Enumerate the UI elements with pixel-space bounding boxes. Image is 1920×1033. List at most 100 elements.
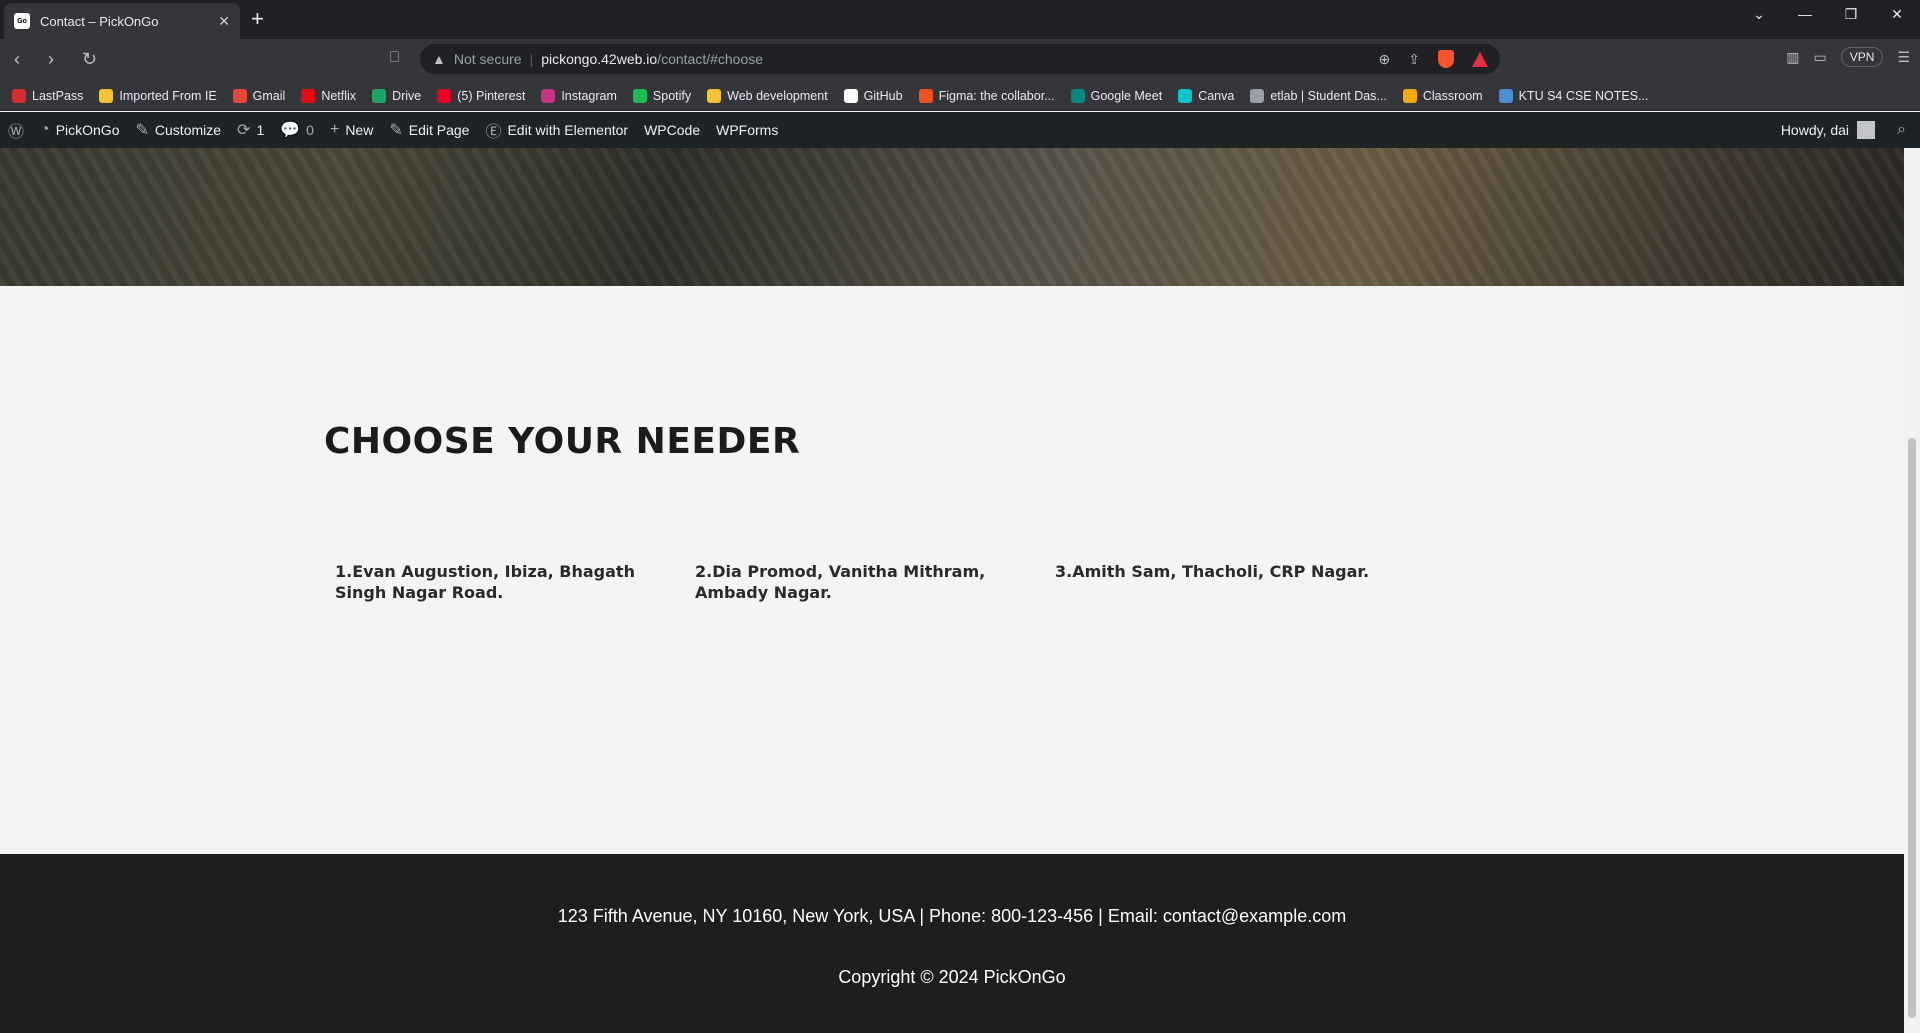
bookmark-item[interactable]: Canva [1178,88,1235,103]
wp-comments[interactable]: 💬 0 [272,112,322,148]
bookmark-favicon-icon [918,88,933,103]
tab-strip: Go Contact – PickOnGo ✕ + ⌄ — ❐ ✕ [0,0,1920,39]
comment-icon: 💬 [280,122,301,139]
bookmark-favicon-icon [301,88,316,103]
bookmark-favicon-icon [99,88,114,103]
bookmark-label: Classroom [1422,88,1483,103]
bookmark-item[interactable]: GitHub [843,88,903,103]
search-icon[interactable]: ⌕ [1897,121,1906,139]
minimize-icon[interactable]: — [1782,0,1828,30]
elementor-icon: Ⓔ [485,124,502,141]
bookmark-favicon-icon [437,88,452,103]
bookmark-favicon-icon [1070,88,1085,103]
address-separator: | [529,51,534,67]
brave-rewards-icon[interactable] [1472,51,1488,67]
bookmark-item[interactable]: KTU S4 CSE NOTES... [1498,88,1648,103]
bookmark-favicon-icon [843,88,858,103]
wp-wpforms[interactable]: WPForms [708,112,786,148]
wp-admin-bar: Ⓦ ◔ PickOnGo ✎ Customize ⟳ 1 💬 0 + New ✎ Edit … [0,112,1920,148]
needers-list: 1.Evan Augustion, Ibiza, Bhagath Singh N… [335,561,1415,603]
bookmark-item[interactable]: LastPass [12,88,84,103]
bookmark-favicon-icon [632,88,647,103]
bookmark-label: Drive [392,88,422,103]
back-icon[interactable]: ‹ [14,49,20,70]
bookmark-item[interactable]: etlab | Student Das... [1250,88,1387,103]
footer-contact: 123 Fifth Avenue, NY 10160, New York, US… [557,906,1347,926]
avatar[interactable] [1857,121,1876,139]
scrollbar[interactable] [1904,148,1920,1033]
tab-search-icon[interactable]: ⌄ [1736,0,1782,30]
wallet-icon[interactable]: ▭ [1814,49,1827,66]
footer-copyright: Copyright © 2024 PickOnGo [838,967,1066,987]
bookmark-label: Imported From IE [119,88,217,103]
bookmark-favicon-icon [1250,88,1265,103]
section-heading: CHOOSE YOUR NEEDER [324,421,801,462]
bookmark-label: Canva [1198,88,1235,103]
close-window-icon[interactable]: ✕ [1874,0,1920,30]
bookmark-item[interactable]: (5) Pinterest [437,88,526,103]
hero-image [0,148,1904,286]
bookmark-label: (5) Pinterest [457,88,526,103]
bookmark-label: Spotify [652,88,692,103]
bookmark-favicon-icon [232,88,247,103]
url-path[interactable]: /contact/#choose [657,51,763,67]
reload-icon[interactable]: ↻ [82,49,97,70]
toolbar-right: ▥ ▭ VPN ☰ [1786,47,1910,67]
bookmark-favicon-icon [1178,88,1193,103]
bookmarks-bar: LastPass Imported From IE Gmail Netflix Driv… [0,81,1920,111]
wordpress-logo-icon[interactable]: Ⓦ [0,112,32,148]
bookmark-favicon-icon [1498,88,1513,103]
bookmark-label: Gmail [252,88,286,103]
new-tab-button[interactable]: + [251,6,264,32]
brave-shield-icon[interactable] [1438,50,1454,68]
warning-icon[interactable]: ▲ [432,51,446,67]
bookmark-item[interactable]: Instagram [541,88,617,103]
wp-new[interactable]: + New [322,112,381,148]
wp-edit-page[interactable]: ✎ Edit Page [381,112,477,148]
address-bar[interactable]: ▲ Not secure | pickongo.42web.io /contac… [420,44,1500,74]
wp-site-name[interactable]: ◔ PickOnGo [32,112,127,148]
close-tab-icon[interactable]: ✕ [218,13,230,30]
bookmark-favicon-icon [707,88,722,103]
security-label[interactable]: Not secure [454,51,522,67]
scrollbar-thumb[interactable] [1908,438,1916,1018]
bookmark-icon[interactable]: ⎕ [390,49,399,66]
bookmark-label: Netflix [321,88,357,103]
updates-icon: ⟳ [237,122,251,139]
wp-edit-elementor[interactable]: Ⓔ Edit with Elementor [477,112,636,148]
bookmark-item[interactable]: Drive [372,88,422,103]
bookmark-item[interactable]: Figma: the collabor... [918,88,1055,103]
bookmark-favicon-icon [541,88,556,103]
bookmark-item[interactable]: Imported From IE [99,88,217,103]
bookmark-favicon-icon [1402,88,1417,103]
share-icon[interactable]: ⇪ [1408,51,1420,68]
forward-icon[interactable]: › [48,49,54,70]
window-controls: ⌄ — ❐ ✕ [1736,0,1920,30]
bookmark-item[interactable]: Gmail [232,88,286,103]
bookmark-item[interactable]: Spotify [632,88,692,103]
wp-updates[interactable]: ⟳ 1 [229,112,272,148]
browser-tab[interactable]: Go Contact – PickOnGo ✕ [4,3,240,39]
wp-wpcode[interactable]: WPCode [636,112,708,148]
plus-icon: + [329,121,340,138]
menu-icon[interactable]: ☰ [1897,49,1910,66]
brush-icon: ✎ [135,122,149,139]
footer: 123 Fifth Avenue, NY 10160, New York, US… [0,854,1904,1033]
restore-icon[interactable]: ❐ [1828,0,1874,30]
url-host[interactable]: pickongo.42web.io [541,51,657,67]
needer-item: 2.Dia Promod, Vanitha Mithram, Ambady Na… [695,562,986,602]
bookmark-label: GitHub [863,88,903,103]
bookmark-item[interactable]: Netflix [301,88,357,103]
bookmark-item[interactable]: Google Meet [1070,88,1162,103]
bookmark-item[interactable]: Classroom [1402,88,1483,103]
bookmark-label: Web development [727,88,828,103]
wp-howdy[interactable]: Howdy, dai [1781,122,1849,138]
bookmark-label: LastPass [32,88,84,103]
site-favicon-icon: Go [14,13,30,29]
wp-customize[interactable]: ✎ Customize [128,112,230,148]
vpn-button[interactable]: VPN [1840,47,1884,67]
needer-item: 3.Amith Sam, Thacholi, CRP Nagar. [1055,562,1370,581]
sidebar-icon[interactable]: ▥ [1786,49,1799,66]
bookmark-item[interactable]: Web development [707,88,828,103]
zoom-icon[interactable]: ⊕ [1379,51,1391,68]
